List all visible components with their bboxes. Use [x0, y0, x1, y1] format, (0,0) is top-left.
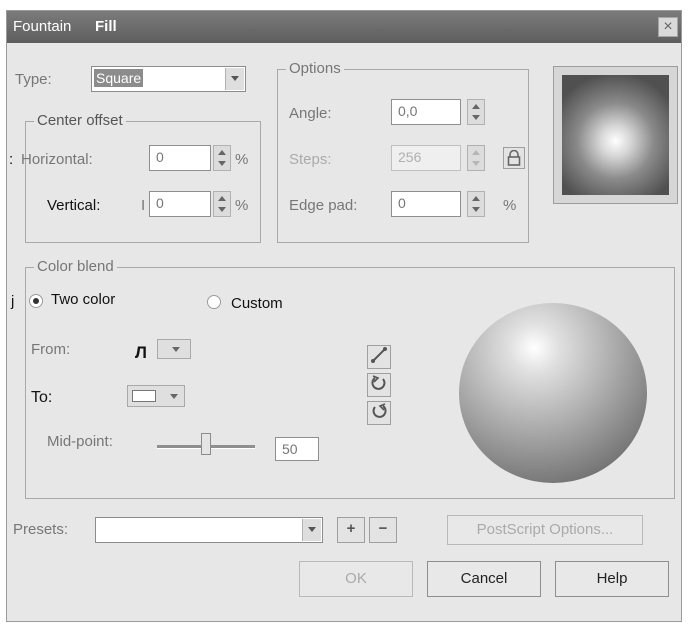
edge-pad-input[interactable]: 0: [391, 191, 461, 217]
to-label: To:: [31, 389, 53, 406]
midpoint-slider-thumb[interactable]: [201, 433, 211, 455]
type-label: Type:: [15, 71, 52, 88]
two-color-label[interactable]: Two color: [51, 291, 115, 308]
angle-label: Angle:: [289, 105, 332, 122]
ok-button[interactable]: OK: [299, 561, 413, 597]
help-button[interactable]: Help: [555, 561, 669, 597]
title-bar: Fountain Fill ×: [7, 11, 681, 43]
fountain-fill-dialog: Fountain Fill × Type: Square Center offs…: [6, 10, 682, 622]
horizontal-input[interactable]: 0: [149, 145, 211, 171]
angle-spinner[interactable]: [467, 99, 485, 125]
edge-pad-unit: %: [503, 197, 517, 214]
custom-label[interactable]: Custom: [231, 295, 283, 312]
color-blend-title: Color blend: [34, 258, 117, 275]
custom-radio[interactable]: [207, 295, 221, 309]
preview-gradient: [562, 75, 669, 195]
stray-colon: :: [9, 151, 14, 168]
angle-input[interactable]: 0,0: [391, 99, 461, 125]
counterclockwise-icon[interactable]: [367, 373, 391, 397]
midpoint-label: Mid-point:: [47, 433, 113, 450]
presets-dropdown[interactable]: [95, 517, 323, 543]
vertical-prefix: I: [141, 197, 146, 214]
horizontal-spinner[interactable]: [213, 145, 231, 171]
cancel-button[interactable]: Cancel: [427, 561, 541, 597]
steps-input[interactable]: 256: [391, 145, 461, 171]
from-label: From:: [31, 341, 71, 358]
options-title: Options: [286, 60, 344, 77]
chevron-down-icon: [170, 394, 178, 399]
edge-pad-spinner[interactable]: [467, 191, 485, 217]
midpoint-input[interactable]: 50: [275, 437, 319, 461]
chevron-down-icon: [172, 347, 180, 352]
edge-pad-label: Edge pad:: [289, 197, 358, 214]
title-text: Fountain: [13, 18, 72, 35]
presets-label: Presets:: [13, 521, 69, 538]
radio-selected-dot: [33, 298, 39, 304]
horizontal-label: Horizontal:: [21, 151, 93, 168]
vertical-input[interactable]: 0: [149, 191, 211, 217]
center-offset-group: Center offset: [25, 112, 261, 243]
to-color-swatch: [132, 390, 156, 402]
chevron-down-icon[interactable]: [302, 519, 321, 541]
to-color-picker[interactable]: [127, 385, 185, 407]
postscript-options-button[interactable]: PostScript Options...: [447, 515, 643, 545]
clockwise-icon[interactable]: [367, 401, 391, 425]
add-preset-button[interactable]: +: [337, 517, 365, 543]
close-button[interactable]: ×: [658, 17, 678, 37]
fill-preview[interactable]: [553, 66, 678, 204]
type-dropdown[interactable]: Square: [91, 66, 246, 92]
horizontal-unit: %: [235, 151, 249, 168]
stray-j: j: [11, 293, 15, 310]
vertical-label: Vertical:: [47, 197, 101, 214]
type-value: Square: [94, 69, 144, 87]
from-glyph: Л: [135, 343, 147, 362]
vertical-spinner[interactable]: [213, 191, 231, 217]
color-blend-preview: [459, 303, 647, 483]
vertical-unit: %: [235, 197, 249, 214]
chevron-down-icon[interactable]: [225, 68, 244, 90]
lock-icon[interactable]: [503, 147, 525, 169]
center-offset-title: Center offset: [34, 112, 126, 129]
title-text-bold: Fill: [95, 18, 117, 35]
line-direction-icon[interactable]: [367, 345, 391, 369]
from-color-picker[interactable]: [157, 339, 191, 359]
steps-spinner[interactable]: [467, 145, 485, 171]
two-color-radio[interactable]: [29, 294, 43, 308]
steps-label: Steps:: [289, 151, 332, 168]
remove-preset-button[interactable]: −: [369, 517, 397, 543]
